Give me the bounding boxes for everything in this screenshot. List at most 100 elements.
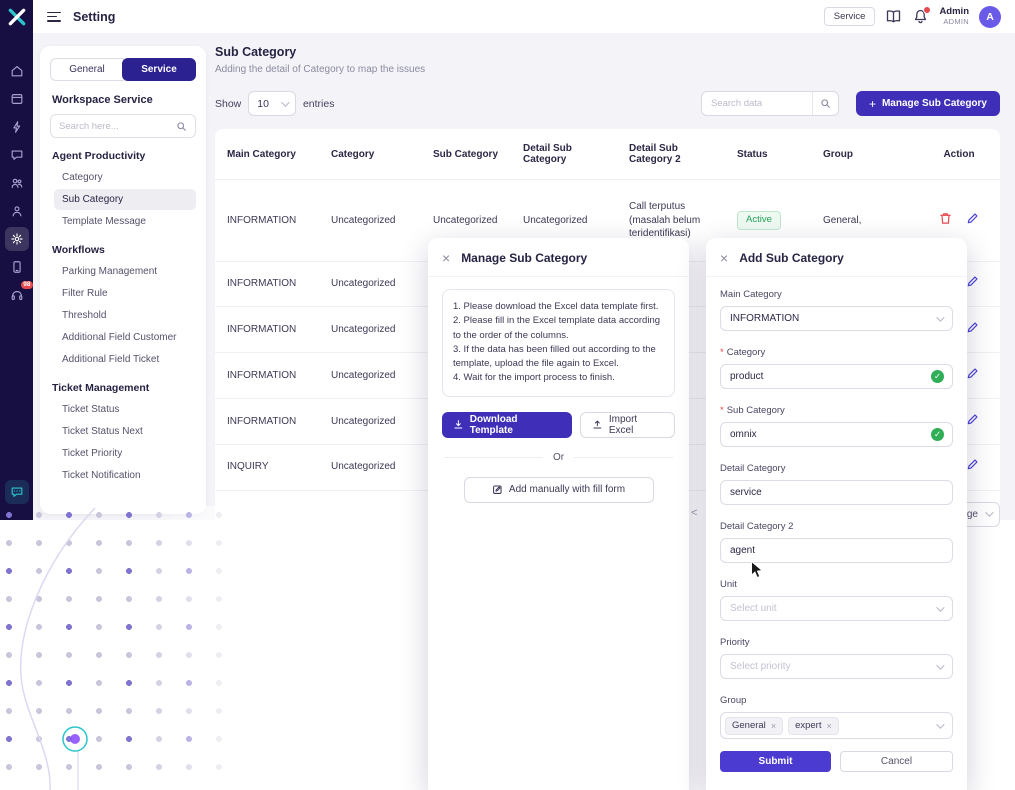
unit-label: Unit xyxy=(720,579,953,590)
chevron-down-icon xyxy=(936,720,944,728)
valid-check-icon: ✓ xyxy=(931,428,944,441)
tab-general[interactable]: General xyxy=(50,58,124,81)
edit-icon[interactable] xyxy=(966,275,979,288)
submit-button[interactable]: Submit xyxy=(720,751,831,772)
pagination-prev-button[interactable]: < xyxy=(691,507,697,519)
table-search-input[interactable]: Search data xyxy=(701,91,839,116)
users-icon[interactable] xyxy=(5,171,29,195)
home-icon[interactable] xyxy=(5,59,29,83)
add-manually-button[interactable]: Add manually with fill form xyxy=(464,477,654,503)
edit-icon[interactable] xyxy=(966,212,979,225)
support-icon[interactable]: 98 xyxy=(5,283,29,307)
contact-icon[interactable] xyxy=(5,199,29,223)
topbar: Setting Service Admin ADMIN A xyxy=(33,0,1015,33)
sidebar-item-additional-field-ticket[interactable]: Additional Field Ticket xyxy=(54,349,196,370)
show-label: Show xyxy=(215,98,241,110)
chat-icon[interactable] xyxy=(5,143,29,167)
close-icon[interactable]: × xyxy=(442,251,450,265)
sidebar-item-ticket-status-next[interactable]: Ticket Status Next xyxy=(54,421,196,442)
modal-title: Add Sub Category xyxy=(739,251,844,265)
page-size-value: 10 xyxy=(257,98,269,110)
page-size-select[interactable]: 10 xyxy=(248,91,296,116)
sidebar-item-filter-rule[interactable]: Filter Rule xyxy=(54,283,196,304)
category-input[interactable]: product ✓ xyxy=(720,364,953,389)
col-category: Category xyxy=(319,129,421,180)
sidebar-item-sub-category[interactable]: Sub Category xyxy=(54,189,196,210)
search-icon xyxy=(820,98,831,109)
notification-bell-icon[interactable] xyxy=(912,8,929,25)
instruction-step: 2. Please fill in the Excel template dat… xyxy=(453,314,664,343)
settings-sidebar: General Service Workspace Service Search… xyxy=(40,46,206,514)
instruction-step: 3. If the data has been filled out accor… xyxy=(453,343,664,372)
col-sub-category: Sub Category xyxy=(421,129,511,180)
entries-label: entries xyxy=(303,98,335,110)
table-search-placeholder: Search data xyxy=(702,98,812,109)
import-excel-button[interactable]: Import Excel xyxy=(580,412,675,438)
cell-category: Uncategorized xyxy=(319,307,421,353)
omnichat-icon[interactable] xyxy=(5,480,29,504)
edit-icon[interactable] xyxy=(966,413,979,426)
bolt-icon[interactable] xyxy=(5,115,29,139)
edit-icon[interactable] xyxy=(966,367,979,380)
col-detail-sub-category-2: Detail Sub Category 2 xyxy=(617,129,725,180)
cell-main-category: INFORMATION xyxy=(215,261,319,307)
tab-service[interactable]: Service xyxy=(122,58,196,81)
or-divider: Or xyxy=(444,452,673,463)
instruction-step: 4. Wait for the import process to finish… xyxy=(453,371,664,385)
manage-sub-category-button[interactable]: + Manage Sub Category xyxy=(856,91,1000,116)
main-category-label: Main Category xyxy=(720,289,953,300)
brand-logo-icon[interactable] xyxy=(7,7,27,27)
group-label: Group xyxy=(720,695,953,706)
search-submit-button[interactable] xyxy=(812,92,838,115)
sidebar-item-ticket-priority[interactable]: Ticket Priority xyxy=(54,443,196,464)
page-title: Sub Category xyxy=(215,45,1000,59)
user-role: ADMIN xyxy=(939,18,969,26)
device-icon[interactable] xyxy=(5,255,29,279)
cancel-button[interactable]: Cancel xyxy=(840,751,953,772)
cell-category: Uncategorized xyxy=(319,353,421,399)
cell-category: Uncategorized xyxy=(319,444,421,490)
remove-tag-icon[interactable]: × xyxy=(826,721,831,731)
scope-tabs: General Service xyxy=(50,58,196,81)
sub-category-input[interactable]: omnix ✓ xyxy=(720,422,953,447)
delete-icon[interactable] xyxy=(939,212,952,225)
docs-book-icon[interactable] xyxy=(885,8,902,25)
remove-tag-icon[interactable]: × xyxy=(771,721,776,731)
avatar[interactable]: A xyxy=(979,6,1001,28)
sub-category-label: Sub Category xyxy=(727,405,785,416)
decor-dots-pattern xyxy=(0,506,238,790)
cell-category: Uncategorized xyxy=(319,261,421,307)
settings-icon[interactable] xyxy=(5,227,29,251)
priority-select[interactable]: Select priority xyxy=(720,654,953,679)
service-pill[interactable]: Service xyxy=(824,7,876,26)
sidebar-heading: Workspace Service xyxy=(52,94,194,106)
category-label: Category xyxy=(727,347,766,358)
main-category-select[interactable]: INFORMATION xyxy=(720,306,953,331)
menu-toggle-icon[interactable] xyxy=(47,12,61,22)
sidebar-item-ticket-status[interactable]: Ticket Status xyxy=(54,399,196,420)
cell-main-category: INFORMATION xyxy=(215,398,319,444)
sidebar-item-category[interactable]: Category xyxy=(54,167,196,188)
status-badge: Active xyxy=(737,211,781,230)
support-badge: 98 xyxy=(21,281,32,289)
sidebar-search-input[interactable]: Search here... xyxy=(50,114,196,138)
dashboard-icon[interactable] xyxy=(5,87,29,111)
group-tag[interactable]: General× xyxy=(725,717,783,735)
download-template-button[interactable]: Download Template xyxy=(442,412,572,438)
detail-category-input[interactable]: service xyxy=(720,480,953,505)
group-multiselect[interactable]: General× expert× xyxy=(720,712,953,739)
sidebar-item-template-message[interactable]: Template Message xyxy=(54,211,196,232)
section-title-workflows: Workflows xyxy=(52,244,194,256)
group-tag[interactable]: expert× xyxy=(788,717,839,735)
edit-icon[interactable] xyxy=(966,321,979,334)
chevron-down-icon xyxy=(936,661,944,669)
close-icon[interactable]: × xyxy=(720,251,728,265)
sidebar-item-additional-field-customer[interactable]: Additional Field Customer xyxy=(54,327,196,348)
col-detail-sub-category: Detail Sub Category xyxy=(511,129,617,180)
sidebar-item-ticket-notification[interactable]: Ticket Notification xyxy=(54,465,196,486)
unit-select[interactable]: Select unit xyxy=(720,596,953,621)
sidebar-item-parking-management[interactable]: Parking Management xyxy=(54,261,196,282)
edit-icon[interactable] xyxy=(966,458,979,471)
cell-main-category: INFORMATION xyxy=(215,307,319,353)
sidebar-item-threshold[interactable]: Threshold xyxy=(54,305,196,326)
